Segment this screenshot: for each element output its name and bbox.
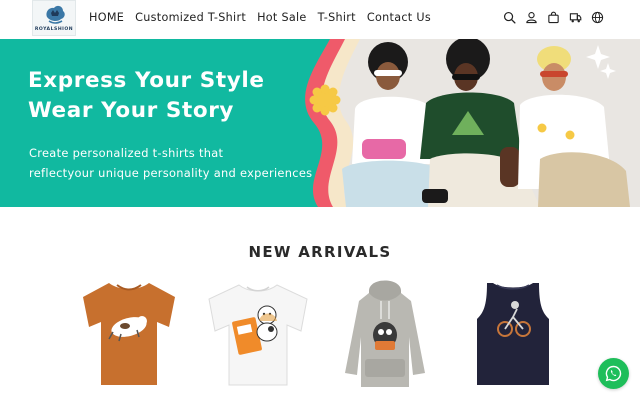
nav-contact-us[interactable]: Contact Us: [367, 11, 431, 24]
product-image-orange-tshirt: [83, 283, 175, 385]
nav-hot-sale[interactable]: Hot Sale: [257, 11, 307, 24]
product-image-grey-hoodie: [345, 280, 425, 387]
search-icon[interactable]: [503, 11, 516, 24]
header-icons: [503, 11, 604, 24]
nav-home[interactable]: HOME: [89, 11, 124, 24]
nav-tshirt[interactable]: T-Shirt: [318, 11, 356, 24]
product-card-navy-tank-top[interactable]: [457, 277, 569, 391]
product-image-white-tshirt: [208, 284, 308, 386]
product-card-white-tshirt[interactable]: [201, 277, 313, 391]
hero-headline-line2: Wear Your Story: [28, 98, 235, 123]
flower-sticker: [309, 84, 341, 116]
site-header: ROYALSHION HOME Customized T-Shirt Hot S…: [0, 0, 640, 39]
product-image-navy-tank-top: [477, 283, 549, 385]
logo-text: ROYALSHION: [34, 27, 74, 32]
section-title-new-arrivals: NEW ARRIVALS: [248, 243, 392, 261]
hero-subtitle: Create personalized t-shirts that reflec…: [29, 143, 312, 183]
product-card-orange-tshirt[interactable]: [73, 277, 185, 391]
cart-icon[interactable]: [547, 11, 560, 24]
product-card-grey-hoodie[interactable]: [329, 277, 441, 391]
account-icon[interactable]: [525, 11, 538, 24]
globe-icon[interactable]: [591, 11, 604, 24]
truck-icon[interactable]: [569, 11, 582, 24]
nav-customized-tshirt[interactable]: Customized T-Shirt: [135, 11, 246, 24]
hero-headline: Express Your Style Wear Your Story: [28, 66, 265, 126]
whatsapp-chat-button[interactable]: [598, 358, 629, 389]
hero-headline-line1: Express Your Style: [28, 68, 265, 93]
logo-mark-icon: [46, 5, 65, 24]
whatsapp-icon: [605, 365, 622, 382]
main-nav: HOME Customized T-Shirt Hot Sale T-Shirt…: [89, 11, 442, 24]
brand-logo[interactable]: ROYALSHION: [32, 0, 76, 36]
hero-subtitle-line1: Create personalized t-shirts that: [29, 146, 224, 160]
hero-banner[interactable]: Express Your Style Wear Your Story Creat…: [0, 39, 640, 207]
hero-subtitle-line2: reflectyour unique personality and exper…: [29, 166, 313, 180]
